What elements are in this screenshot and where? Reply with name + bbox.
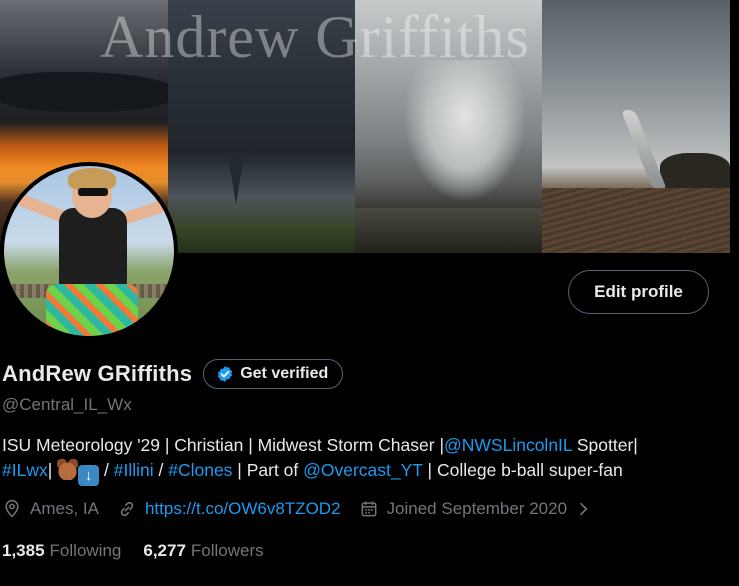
hashtag-link-ilwx[interactable]: #ILwx: [2, 460, 48, 480]
user-handle: @Central_IL_Wx: [2, 395, 132, 414]
bio-line-2: #ILwx| ↓ / #Illini / #Clones | Part of @…: [2, 458, 732, 486]
get-verified-label: Get verified: [240, 365, 329, 382]
mention-link-overcast[interactable]: @Overcast_YT: [303, 460, 423, 480]
location-pin-icon: [5, 499, 19, 518]
bio-text: | College b-ball super-fan: [422, 460, 623, 480]
chevron-right-icon: [579, 502, 588, 516]
hashtag-link-illini[interactable]: #Illini: [114, 460, 154, 480]
bio-line-1: ISU Meteorology '29 | Christian | Midwes…: [2, 433, 732, 458]
display-name: AndRew GRiffiths: [2, 361, 193, 386]
bear-emoji-icon: [57, 459, 79, 480]
mention-link-nwslincolnil[interactable]: @NWSLincolnIL: [444, 435, 572, 455]
get-verified-button[interactable]: Get verified: [203, 359, 344, 389]
bio-text: Spotter|: [572, 435, 638, 455]
down-arrow-emoji-icon: ↓: [78, 465, 100, 486]
location: Ames, IA: [2, 499, 99, 519]
bio: ISU Meteorology '29 | Christian | Midwes…: [2, 433, 732, 486]
link-icon: [120, 501, 134, 517]
profile-meta: Ames, IA https://t.co/OW6v8TZOD2 Joined …: [2, 499, 611, 519]
calendar-icon: [361, 501, 376, 517]
following-label: Following: [49, 541, 122, 560]
website-link[interactable]: https://t.co/OW6v8TZOD2: [145, 499, 341, 519]
verified-badge-icon: [218, 366, 233, 382]
bio-separator: /: [153, 460, 169, 480]
bio-text: ISU Meteorology '29 | Christian | Midwes…: [2, 435, 444, 455]
following-count: 1,385: [2, 541, 45, 560]
joined-date[interactable]: Joined September 2020: [359, 499, 594, 519]
avatar[interactable]: [0, 162, 178, 340]
bio-separator: |: [47, 460, 58, 480]
joined-text: Joined September 2020: [386, 499, 568, 518]
bio-text: | Part of: [232, 460, 304, 480]
following-stat[interactable]: 1,385 Following: [2, 541, 121, 561]
hashtag-link-clones[interactable]: #Clones: [168, 460, 232, 480]
followers-stat[interactable]: 6,277 Followers: [143, 541, 263, 561]
website[interactable]: https://t.co/OW6v8TZOD2: [117, 499, 341, 519]
location-text: Ames, IA: [30, 499, 99, 518]
banner-title: Andrew Griffiths: [100, 4, 530, 70]
followers-label: Followers: [190, 541, 264, 560]
followers-count: 6,277: [143, 541, 186, 560]
bio-separator: /: [99, 460, 114, 480]
name-row: AndRew GRiffiths Get verified: [2, 359, 344, 389]
follow-stats: 1,385 Following 6,277 Followers: [2, 541, 286, 561]
edit-profile-button[interactable]: Edit profile: [568, 270, 709, 314]
